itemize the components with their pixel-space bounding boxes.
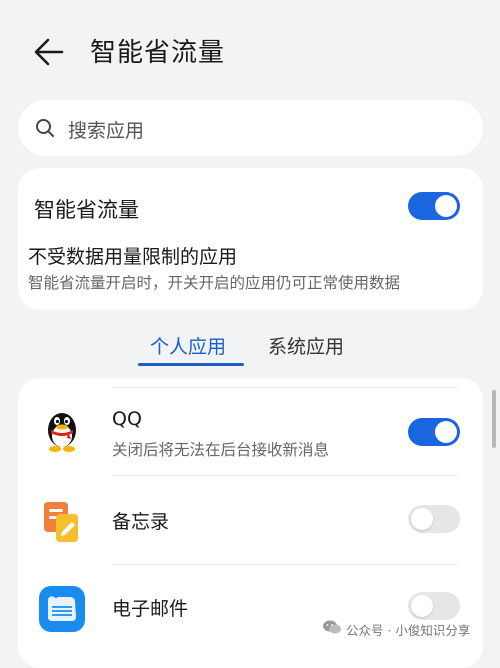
app-name: 电子邮件 — [112, 598, 189, 620]
smart-saver-label: 智能省流量 — [34, 198, 139, 222]
toggle-knob — [411, 595, 433, 617]
list-item-email: 电子邮件 — [18, 565, 483, 653]
active-tab-indicator — [138, 363, 244, 366]
toggle-knob — [435, 421, 457, 443]
memo-toggle[interactable] — [408, 505, 460, 533]
smart-saver-toggle[interactable] — [408, 192, 460, 220]
list-item-memo: 备忘录 — [18, 476, 483, 564]
tab-system-apps[interactable]: 系统应用 — [268, 332, 344, 359]
search-input[interactable]: 搜索应用 — [18, 100, 483, 156]
back-button[interactable] — [30, 34, 70, 70]
app-subtitle: 关闭后将无法在后台接收新消息 — [112, 441, 330, 459]
email-icon — [39, 586, 85, 632]
qq-penguin-icon — [48, 413, 76, 452]
app-category-tabs: 个人应用 系统应用 — [0, 326, 500, 370]
email-toggle[interactable] — [408, 592, 460, 620]
page-title: 智能省流量 — [90, 38, 226, 68]
app-header: 智能省流量 — [0, 22, 500, 82]
tab-personal-apps[interactable]: 个人应用 — [150, 332, 226, 359]
list-item-qq: QQ 关闭后将无法在后台接收新消息 — [18, 388, 483, 476]
search-placeholder: 搜索应用 — [68, 120, 145, 142]
toggle-knob — [435, 195, 457, 217]
search-icon — [36, 119, 54, 137]
toggle-knob — [411, 508, 433, 530]
wechat-icon — [323, 620, 341, 634]
status-bar: ⋯ — [0, 0, 500, 8]
arrow-left-icon — [34, 38, 64, 66]
smart-saver-card: 智能省流量 不受数据用量限制的应用 智能省流量开启时，开关开启的应用仍可正常使用… — [18, 168, 483, 310]
unrestricted-apps-description: 智能省流量开启时，开关开启的应用仍可正常使用数据 — [28, 274, 401, 292]
scrollbar[interactable] — [492, 390, 496, 448]
watermark-text: 公众号 · 小俊知识分享 — [346, 623, 471, 638]
app-name: QQ — [112, 408, 142, 430]
qq-toggle[interactable] — [408, 418, 460, 446]
app-name: 备忘录 — [112, 511, 170, 533]
memo-icon — [44, 502, 78, 542]
unrestricted-apps-title: 不受数据用量限制的应用 — [28, 246, 238, 268]
